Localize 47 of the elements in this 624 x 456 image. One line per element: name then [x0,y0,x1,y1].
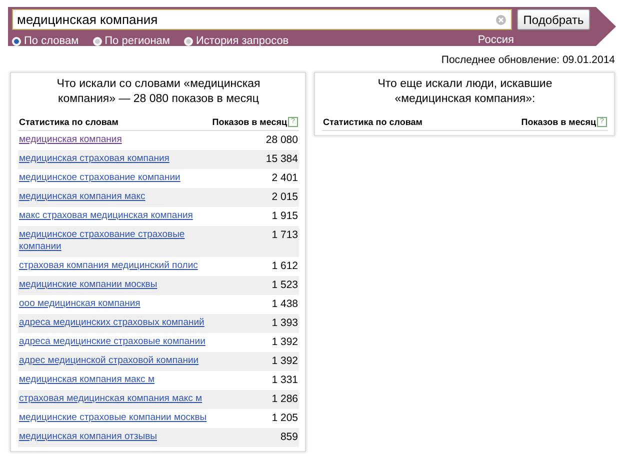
phrase-link[interactable]: медицинское страхование компании [19,172,180,184]
impressions-count: 1 438 [272,298,298,310]
impressions-count: 1 713 [272,229,298,241]
column-header: Показов в месяц [212,117,287,127]
impressions-count: 1 612 [272,260,298,272]
column-header: Показов в месяц [521,117,596,127]
panel-title: Что еще искали люди, искавшие «медицинская компания»: [376,77,554,107]
impressions-count: 1 205 [272,412,298,424]
impressions-count: 1 392 [272,336,298,348]
impressions-count: 15 384 [266,153,298,165]
impressions-count: 28 080 [266,134,298,146]
column-header: Статистика по словам [323,117,422,127]
phrase-link[interactable]: медицинская компания [19,134,122,146]
phrase-link[interactable]: медицинское страхование страховые компании [19,229,219,253]
impressions-count: 859 [280,431,298,443]
phrase-link[interactable]: адреса медицинские страховые компании [19,336,206,348]
phrase-link[interactable]: медицинские компании москвы [19,279,158,291]
column-header: Статистика по словам [19,117,118,127]
radio-button[interactable] [92,36,102,46]
radio-button[interactable] [184,36,193,46]
phrase-link[interactable]: медицинская компания отзывы [19,431,157,443]
radio-label[interactable]: История запросов [196,35,289,47]
search-field[interactable]: медицинская компания [12,9,512,30]
phrase-link[interactable]: адреса медицинских страховых компаний [19,317,204,329]
impressions-count: 2 401 [272,172,298,184]
phrase-link[interactable]: адрес медицинской страховой компании [19,355,199,367]
impressions-count: 1 523 [272,279,298,291]
phrase-link[interactable]: страховая медицинская компания макс м [19,393,202,405]
phrase-link[interactable]: медицинская компания макс [19,191,146,203]
phrase-link[interactable]: медицинские страховые компании москвы [19,412,207,424]
last-update-text: Последнее обновление: 09.01.2014 [440,53,616,66]
impressions-count: 1 915 [272,210,298,222]
phrase-link[interactable]: макс страховая медицинская компания [19,210,193,222]
impressions-count: 2 015 [272,191,298,203]
phrase-link[interactable]: страховая компания медицинский полис [19,260,198,272]
radio-label[interactable]: По словам [24,35,79,47]
radio-label[interactable]: По регионам [104,35,170,47]
phrase-link[interactable]: ооо медицинская компания [19,298,140,310]
impressions-count: 1 392 [272,355,298,367]
phrase-link[interactable]: медицинская страховая компания [19,153,170,165]
panel-title: Что искали со словами «медицинская компания» — 28 080 показов в месяц [56,77,262,107]
impressions-count: 1 286 [272,393,298,405]
region-link[interactable]: Россия [478,35,514,47]
search-button[interactable]: Подобрать [517,9,590,30]
impressions-count: 1 393 [272,317,298,329]
phrase-link[interactable]: медицинская компания макс м [19,374,154,386]
impressions-count: 1 331 [272,374,298,386]
